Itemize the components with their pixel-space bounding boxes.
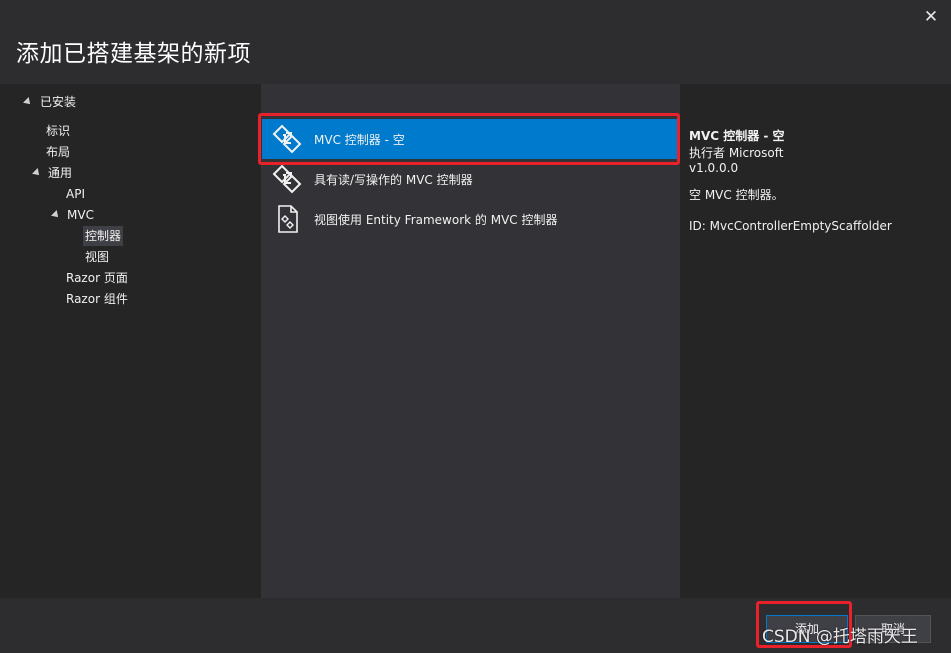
template-mvc-empty[interactable]: MVC 控制器 - 空 — [262, 119, 678, 159]
close-icon: ✕ — [923, 7, 939, 27]
tree-item-label: 布局 — [46, 145, 71, 159]
detail-description: 空 MVC 控制器。 — [689, 188, 784, 202]
installed-node[interactable]: 已安装 — [23, 93, 77, 110]
tree-item-mvc[interactable]: MVC — [51, 205, 94, 225]
document-controller-icon — [270, 202, 304, 236]
tree-item-controller[interactable]: 控制器 — [83, 226, 124, 246]
detail-version: v1.0.0.0 — [689, 161, 739, 175]
tree-item-label: 视图 — [85, 250, 110, 264]
expand-arrow-icon — [51, 210, 61, 220]
tree-item-razor-pages[interactable]: Razor 页面 — [66, 268, 128, 288]
expand-arrow-icon — [32, 168, 42, 178]
details-panel: MVC 控制器 - 空 执行者 Microsoft v1.0.0.0 空 MVC… — [680, 84, 951, 598]
tree-item-common[interactable]: 通用 — [32, 163, 73, 183]
tree-item-label: MVC — [67, 208, 94, 222]
dialog-title: 添加已搭建基架的新项 — [16, 41, 251, 67]
controller-icon — [270, 162, 304, 196]
detail-name: MVC 控制器 - 空 — [689, 129, 785, 143]
expand-arrow-icon — [23, 96, 33, 107]
detail-id: ID: MvcControllerEmptyScaffolder — [689, 219, 892, 233]
cancel-button[interactable]: 取消 — [855, 615, 931, 643]
detail-author: 执行者 Microsoft — [689, 146, 784, 160]
close-button[interactable]: ✕ — [923, 8, 939, 26]
controller-icon — [270, 122, 304, 156]
tree-item-identity[interactable]: 标识 — [46, 121, 70, 141]
tree-item-api[interactable]: API — [66, 184, 85, 204]
dialog-body: 已安装 标识 布局 通用 API MVC 控制器 视图 Razor 页面 Raz… — [0, 84, 951, 598]
title-bar: 添加已搭建基架的新项 ✕ — [0, 0, 951, 84]
tree-item-label: 控制器 — [83, 226, 124, 246]
template-mvc-readwrite[interactable]: 具有读/写操作的 MVC 控制器 — [262, 159, 678, 199]
tree-item-razor-components[interactable]: Razor 组件 — [66, 289, 128, 309]
tree-item-label: 标识 — [46, 124, 71, 138]
dialog-footer: 添加 取消 — [0, 598, 951, 653]
tree-item-label: API — [66, 187, 85, 201]
tree-item-view[interactable]: 视图 — [85, 247, 109, 267]
tree-item-label: Razor 页面 — [66, 271, 128, 285]
template-label: 视图使用 Entity Framework 的 MVC 控制器 — [314, 212, 558, 227]
tree-item-layout[interactable]: 布局 — [46, 142, 70, 162]
add-scaffold-dialog: 添加已搭建基架的新项 ✕ 已安装 标识 布局 通用 API MVC 控制器 视图… — [0, 0, 951, 653]
tree-item-label: 通用 — [48, 166, 73, 180]
template-list: MVC 控制器 - 空 具有读/写操作的 MVC 控制器 视图使用 Entity… — [261, 84, 680, 598]
add-button[interactable]: 添加 — [766, 615, 848, 643]
template-label: MVC 控制器 - 空 — [314, 132, 405, 147]
template-label: 具有读/写操作的 MVC 控制器 — [314, 172, 473, 187]
installed-label: 已安装 — [40, 95, 77, 109]
tree-item-label: Razor 组件 — [66, 292, 128, 306]
template-mvc-entity-framework[interactable]: 视图使用 Entity Framework 的 MVC 控制器 — [262, 199, 678, 239]
